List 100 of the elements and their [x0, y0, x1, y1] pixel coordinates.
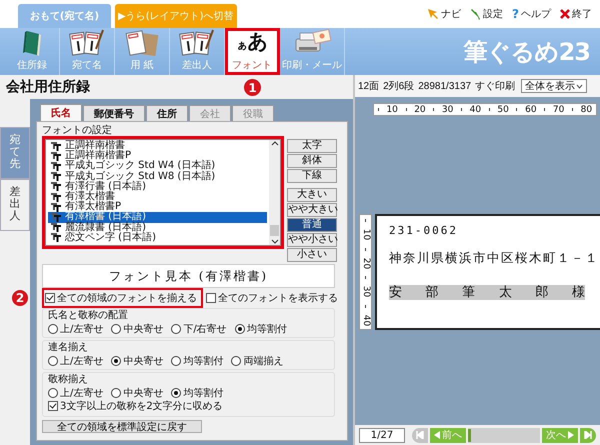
group-title: 氏名と敬称の配置: [48, 310, 128, 322]
ruler-tick: [365, 219, 366, 222]
group-label: フォントの設定: [42, 124, 113, 134]
side-tab[interactable]: 差出人: [0, 179, 30, 231]
checkbox[interactable]: 3文字以上の敬称を2文字分に収める: [48, 399, 223, 413]
ruler-number: 30: [442, 104, 454, 114]
recipient-name: 安 部 筆 太 郎 様: [389, 285, 585, 300]
truetype-icon: [51, 182, 61, 192]
radio-button[interactable]: 上/左寄せ: [48, 322, 104, 336]
nav-button[interactable]: [580, 428, 596, 442]
toolbar-link[interactable]: 設定: [483, 7, 504, 21]
page-slider[interactable]: [468, 428, 540, 442]
field-tab[interactable]: 氏名: [40, 104, 82, 121]
page-field[interactable]: 1/27: [359, 428, 405, 442]
field-tab[interactable]: 住所: [146, 105, 188, 121]
radio-button[interactable]: 上/左寄せ: [48, 354, 104, 368]
help-icon: ?: [512, 7, 519, 21]
group-title: 連名揃え: [48, 342, 88, 354]
size-button[interactable]: やや大きい: [287, 203, 337, 217]
font-list-item[interactable]: 恋文ペン字 (日本語): [48, 232, 267, 243]
ruler-number: 20: [414, 104, 426, 114]
scroll-up-icon[interactable]: [270, 140, 278, 146]
section-title: 会社用住所録: [5, 78, 90, 97]
postal-code: 231-0062: [389, 224, 459, 237]
toolbar-label: 宛て名: [72, 58, 102, 72]
view-dropdown[interactable]: 全体を表示: [521, 79, 588, 93]
group-title: 敬称揃え: [48, 374, 88, 386]
font-list-item[interactable]: 有澤太楷書P: [48, 202, 267, 212]
ruler-number: 10: [386, 104, 398, 114]
ruler-tick: [378, 108, 379, 111]
truetype-icon: [51, 223, 61, 232]
callout-badge: 2: [12, 290, 28, 306]
font-list-item[interactable]: 平成丸ゴシック Std W8 (日本語): [48, 172, 267, 182]
size-button[interactable]: 普通: [287, 218, 337, 232]
ruler-number: 70: [552, 104, 564, 114]
font-list-item[interactable]: 平成丸ゴシック Std W4 (日本語): [48, 161, 267, 172]
font-list-item[interactable]: 麗流隷書 (日本語): [48, 222, 267, 233]
checkbox[interactable]: 全ての領域のフォントを揃える: [42, 288, 203, 308]
ruler-tick: [365, 248, 366, 251]
ruler-number: 50: [497, 104, 509, 114]
ruler-number: 10: [361, 229, 370, 241]
paper-icon: [125, 29, 159, 57]
truetype-icon: [51, 233, 61, 242]
scroll-thumb[interactable]: [270, 225, 279, 236]
toolbar-label: 差出人: [182, 58, 212, 72]
radio-button[interactable]: 均等割付: [234, 322, 287, 336]
truetype-icon: [51, 152, 61, 161]
toolbar-link[interactable]: ヘルプ: [521, 7, 551, 21]
truetype-icon: [51, 202, 61, 212]
truetype-icon: [51, 162, 61, 171]
right-triangle-icon: [568, 431, 574, 439]
reset-button[interactable]: 全ての領域を標準設定に戻す: [42, 420, 202, 433]
book-icon: [21, 29, 43, 57]
caret-icon: [576, 84, 584, 88]
radio-button[interactable]: 均等割付: [171, 386, 224, 400]
field-tab[interactable]: 郵便番号: [83, 105, 145, 121]
radio-button[interactable]: 中央寄せ: [111, 354, 164, 368]
postcard-icon: [179, 29, 215, 57]
size-button[interactable]: やや小さい: [287, 233, 337, 247]
ruler-tick: [488, 108, 490, 111]
toolbar-link[interactable]: 終了: [572, 7, 592, 21]
status-text: すぐ印刷: [475, 80, 516, 93]
ruler-number: 60: [525, 104, 537, 114]
radio-button[interactable]: 中央寄せ: [111, 386, 164, 400]
size-button[interactable]: 大きい: [287, 188, 337, 202]
scrollbar[interactable]: [269, 140, 280, 245]
ruler-tick: [544, 108, 546, 111]
radio-button[interactable]: 上/左寄せ: [48, 386, 104, 400]
truetype-icon: [51, 192, 61, 202]
toolbar-label: 印刷・メール: [282, 58, 342, 72]
ruler-number: 40: [361, 314, 370, 326]
scroll-down-icon[interactable]: [270, 239, 278, 245]
ruler-tick: [365, 304, 366, 308]
checkbox[interactable]: 全てのフォントを表示する: [203, 288, 344, 308]
left-triangle-icon: [434, 431, 440, 439]
radio-button[interactable]: 均等割付: [171, 354, 224, 368]
toolbar-label: 用 紙: [130, 59, 154, 72]
radio-button[interactable]: 中央寄せ: [111, 322, 164, 336]
size-button[interactable]: 小さい: [287, 248, 337, 262]
close-icon: [560, 9, 570, 19]
toolbar-label: 住所録: [17, 58, 47, 72]
toolbar-link[interactable]: ナビ: [441, 7, 462, 21]
font-list-item[interactable]: 有澤行書 (日本語): [48, 182, 267, 192]
radio-button[interactable]: 下/右寄せ: [171, 322, 227, 336]
truetype-icon: [51, 212, 61, 222]
ruler-number: 20: [361, 258, 370, 270]
ruler-number: 80: [580, 104, 592, 114]
status-text: 28981/3137: [418, 80, 472, 92]
radio-button[interactable]: 両端揃え: [231, 354, 284, 368]
address-text: 神奈川県横浜市中区桜木町１－１: [389, 250, 600, 267]
postcard-icon: [69, 29, 105, 57]
last-page-icon: [584, 431, 592, 439]
style-button[interactable]: 下線: [287, 169, 337, 183]
ruler-tick: [461, 108, 462, 111]
truetype-icon: [51, 172, 61, 182]
pointer-icon: [427, 8, 440, 20]
style-button[interactable]: 斜体: [287, 154, 337, 168]
ruler-tick: [572, 108, 573, 111]
style-button[interactable]: 太字: [287, 139, 337, 153]
ruler-number: 40: [470, 104, 482, 114]
